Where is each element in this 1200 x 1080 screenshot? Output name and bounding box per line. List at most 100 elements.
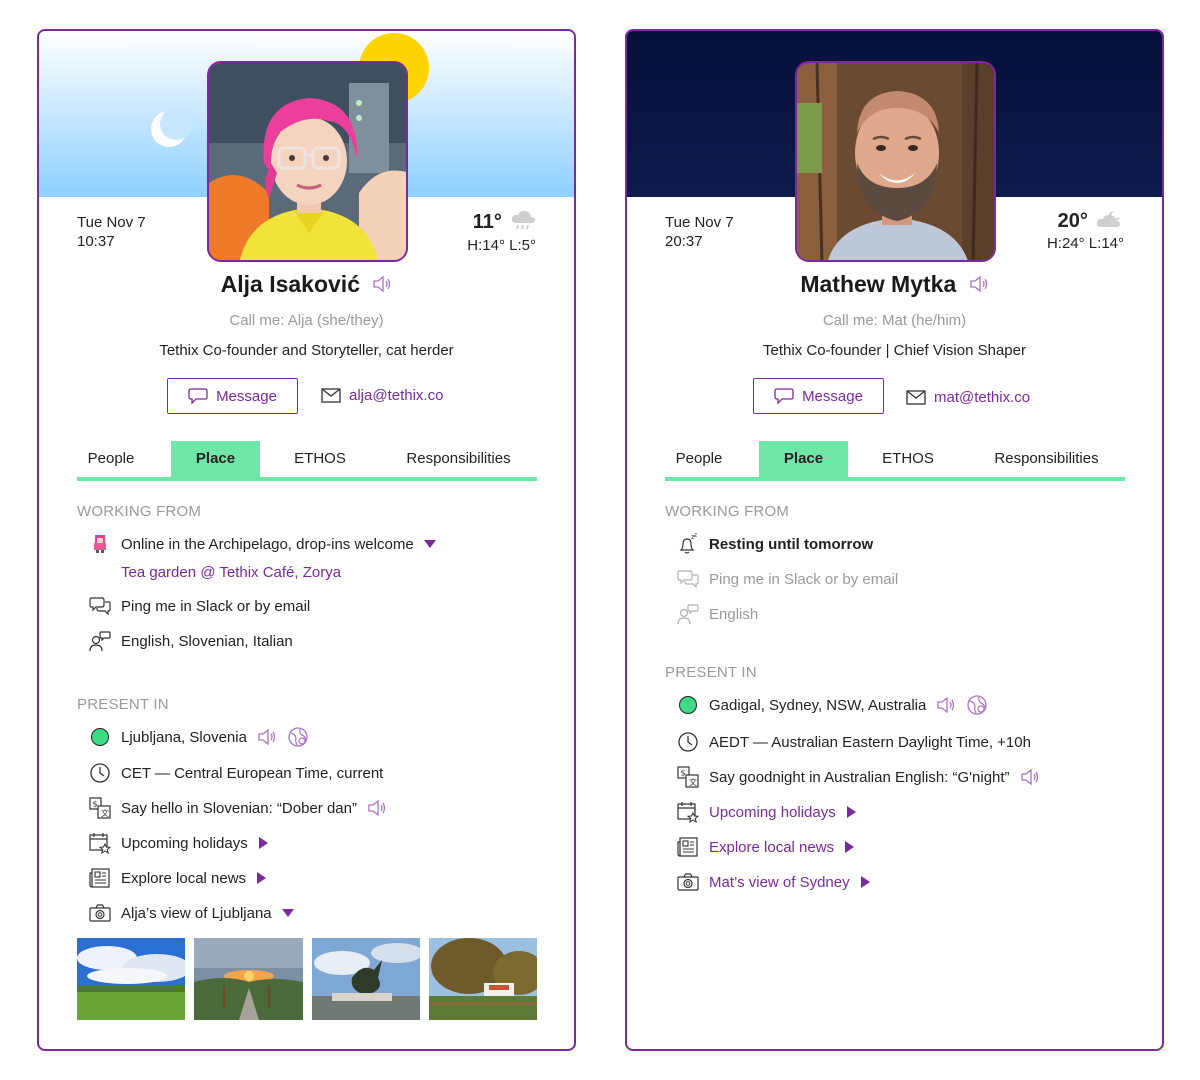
moon-icon <box>151 108 192 147</box>
languages-text: English, Slovenian, Italian <box>121 632 293 650</box>
speaker-icon[interactable] <box>969 272 989 299</box>
contact-row: Ping me in Slack or by email <box>89 594 310 618</box>
present-place: Ljubljana, Slovenia <box>121 728 247 746</box>
speaker-icon[interactable] <box>367 799 387 817</box>
photo-thumbnail[interactable] <box>311 938 420 1020</box>
email-address[interactable]: alja@tethix.co <box>349 387 443 404</box>
profile-name: Mathew Mytka <box>627 271 1162 299</box>
present-place: Gadigal, Sydney, NSW, Australia <box>709 696 927 714</box>
svg-text:文: 文 <box>689 777 697 787</box>
caret-down-icon[interactable] <box>281 908 294 918</box>
calendar-star-icon <box>677 801 699 823</box>
news-row[interactable]: Explore local news <box>677 835 855 859</box>
message-label: Message <box>802 387 863 405</box>
clock-icon <box>89 762 111 784</box>
speaking-person-icon <box>89 630 111 652</box>
call-me: Call me: Alja (she/they) <box>229 312 384 329</box>
caret-right-icon[interactable] <box>256 872 267 884</box>
chat-bubbles-icon <box>677 568 699 590</box>
high-low: H:24° L:14° <box>1046 235 1124 252</box>
photo-thumbnail[interactable] <box>194 938 303 1020</box>
greeting-row: $ 文 Say hello in Slovenian: “Dober dan” <box>89 796 387 820</box>
email-link[interactable]: mat@tethix.co <box>906 389 1030 406</box>
envelope-icon <box>321 388 341 403</box>
bell-snooze-icon: zz <box>677 533 699 555</box>
tab-people[interactable]: People <box>77 441 145 477</box>
local-time: 20:37 <box>665 233 703 250</box>
avatar-sprite-icon <box>89 533 111 555</box>
email-link[interactable]: alja@tethix.co <box>321 387 443 404</box>
present-dot-icon <box>91 728 109 746</box>
tab-place[interactable]: Place <box>171 441 260 477</box>
tab-place[interactable]: Place <box>759 441 848 477</box>
avatar <box>795 61 996 262</box>
working-location-row[interactable]: Online in the Archipelago, drop-ins welc… <box>89 532 436 556</box>
speaker-icon[interactable] <box>1020 768 1040 786</box>
languages-row: English, Slovenian, Italian <box>89 629 293 653</box>
timezone-text: CET — Central European Time, current <box>121 764 384 782</box>
profile-card-alja: Tue Nov 7 10:37 11° H:14° L:5° Alja Isak… <box>37 29 576 1051</box>
svg-text:文: 文 <box>101 808 109 818</box>
local-date: Tue Nov 7 <box>77 214 146 231</box>
working-location-sub[interactable]: Tea garden @ Tethix Café, Zorya <box>121 564 341 581</box>
greeting-row: $ 文 Say goodnight in Australian English: … <box>677 765 1040 789</box>
photo-thumbnail[interactable] <box>428 938 537 1020</box>
tab-responsibilities[interactable]: Responsibilities <box>968 441 1125 477</box>
svg-text:z: z <box>694 533 697 539</box>
translate-icon: $ 文 <box>677 766 699 788</box>
clock-icon <box>677 731 699 753</box>
weather: 11° H:14° L:5° <box>467 209 536 255</box>
message-button[interactable]: Message <box>167 378 298 414</box>
holidays-row[interactable]: Upcoming holidays <box>677 800 856 824</box>
weather: 20° H:24° L:14° <box>1046 209 1124 253</box>
present-in-heading: PRESENT IN <box>77 696 169 713</box>
news-row[interactable]: Explore local news <box>89 866 267 890</box>
camera-icon <box>89 902 111 924</box>
globe-icon[interactable] <box>287 726 309 748</box>
news-text: Explore local news <box>121 869 247 887</box>
message-label: Message <box>216 387 277 405</box>
tab-ethos[interactable]: ETHOS <box>848 441 968 477</box>
chat-bubble-icon <box>188 388 208 405</box>
profile-tabs: People Place ETHOS Responsibilities <box>77 441 537 481</box>
holidays-text: Upcoming holidays <box>121 834 248 852</box>
timezone-row: AEDT — Australian Eastern Daylight Time,… <box>677 730 1031 754</box>
holidays-row[interactable]: Upcoming holidays <box>89 831 268 855</box>
caret-right-icon[interactable] <box>846 806 856 818</box>
photo-thumbnail[interactable] <box>77 938 186 1020</box>
tab-people[interactable]: People <box>665 441 733 477</box>
caret-right-icon[interactable] <box>258 837 268 849</box>
present-in-heading: PRESENT IN <box>665 664 757 681</box>
profile-name: Alja Isaković <box>39 271 574 299</box>
view-text: Alja’s view of Ljubljana <box>121 904 272 922</box>
greeting-text: Say goodnight in Australian English: “G'… <box>709 768 1010 786</box>
working-from-heading: WORKING FROM <box>665 503 790 520</box>
caret-down-icon[interactable] <box>423 539 436 549</box>
view-row[interactable]: Mat’s view of Sydney <box>677 870 870 894</box>
status-row: zz Resting until tomorrow <box>677 532 873 556</box>
local-date: Tue Nov 7 <box>665 214 734 231</box>
role: Tethix Co-founder and Storyteller, cat h… <box>159 342 454 359</box>
view-row[interactable]: Alja’s view of Ljubljana <box>89 901 294 925</box>
message-button[interactable]: Message <box>753 378 884 414</box>
working-from-heading: WORKING FROM <box>77 503 202 520</box>
present-dot-icon <box>679 696 697 714</box>
email-address[interactable]: mat@tethix.co <box>934 389 1030 406</box>
caret-right-icon[interactable] <box>844 841 855 853</box>
contact-row: Ping me in Slack or by email <box>677 567 898 591</box>
role: Tethix Co-founder | Chief Vision Shaper <box>763 342 1026 359</box>
temperature: 20° <box>1057 209 1088 232</box>
caret-right-icon[interactable] <box>860 876 870 888</box>
speaker-icon[interactable] <box>372 272 392 299</box>
globe-icon[interactable] <box>966 694 988 716</box>
speaker-icon[interactable] <box>936 696 956 714</box>
speaker-icon[interactable] <box>257 728 277 746</box>
rain-cloud-icon <box>510 209 536 235</box>
contact-text: Ping me in Slack or by email <box>121 597 311 615</box>
chat-bubble-icon <box>774 388 794 405</box>
photo-gallery <box>77 938 537 1020</box>
tab-responsibilities[interactable]: Responsibilities <box>380 441 537 477</box>
speaking-person-icon <box>677 603 699 625</box>
calendar-star-icon <box>89 832 111 854</box>
tab-ethos[interactable]: ETHOS <box>260 441 380 477</box>
